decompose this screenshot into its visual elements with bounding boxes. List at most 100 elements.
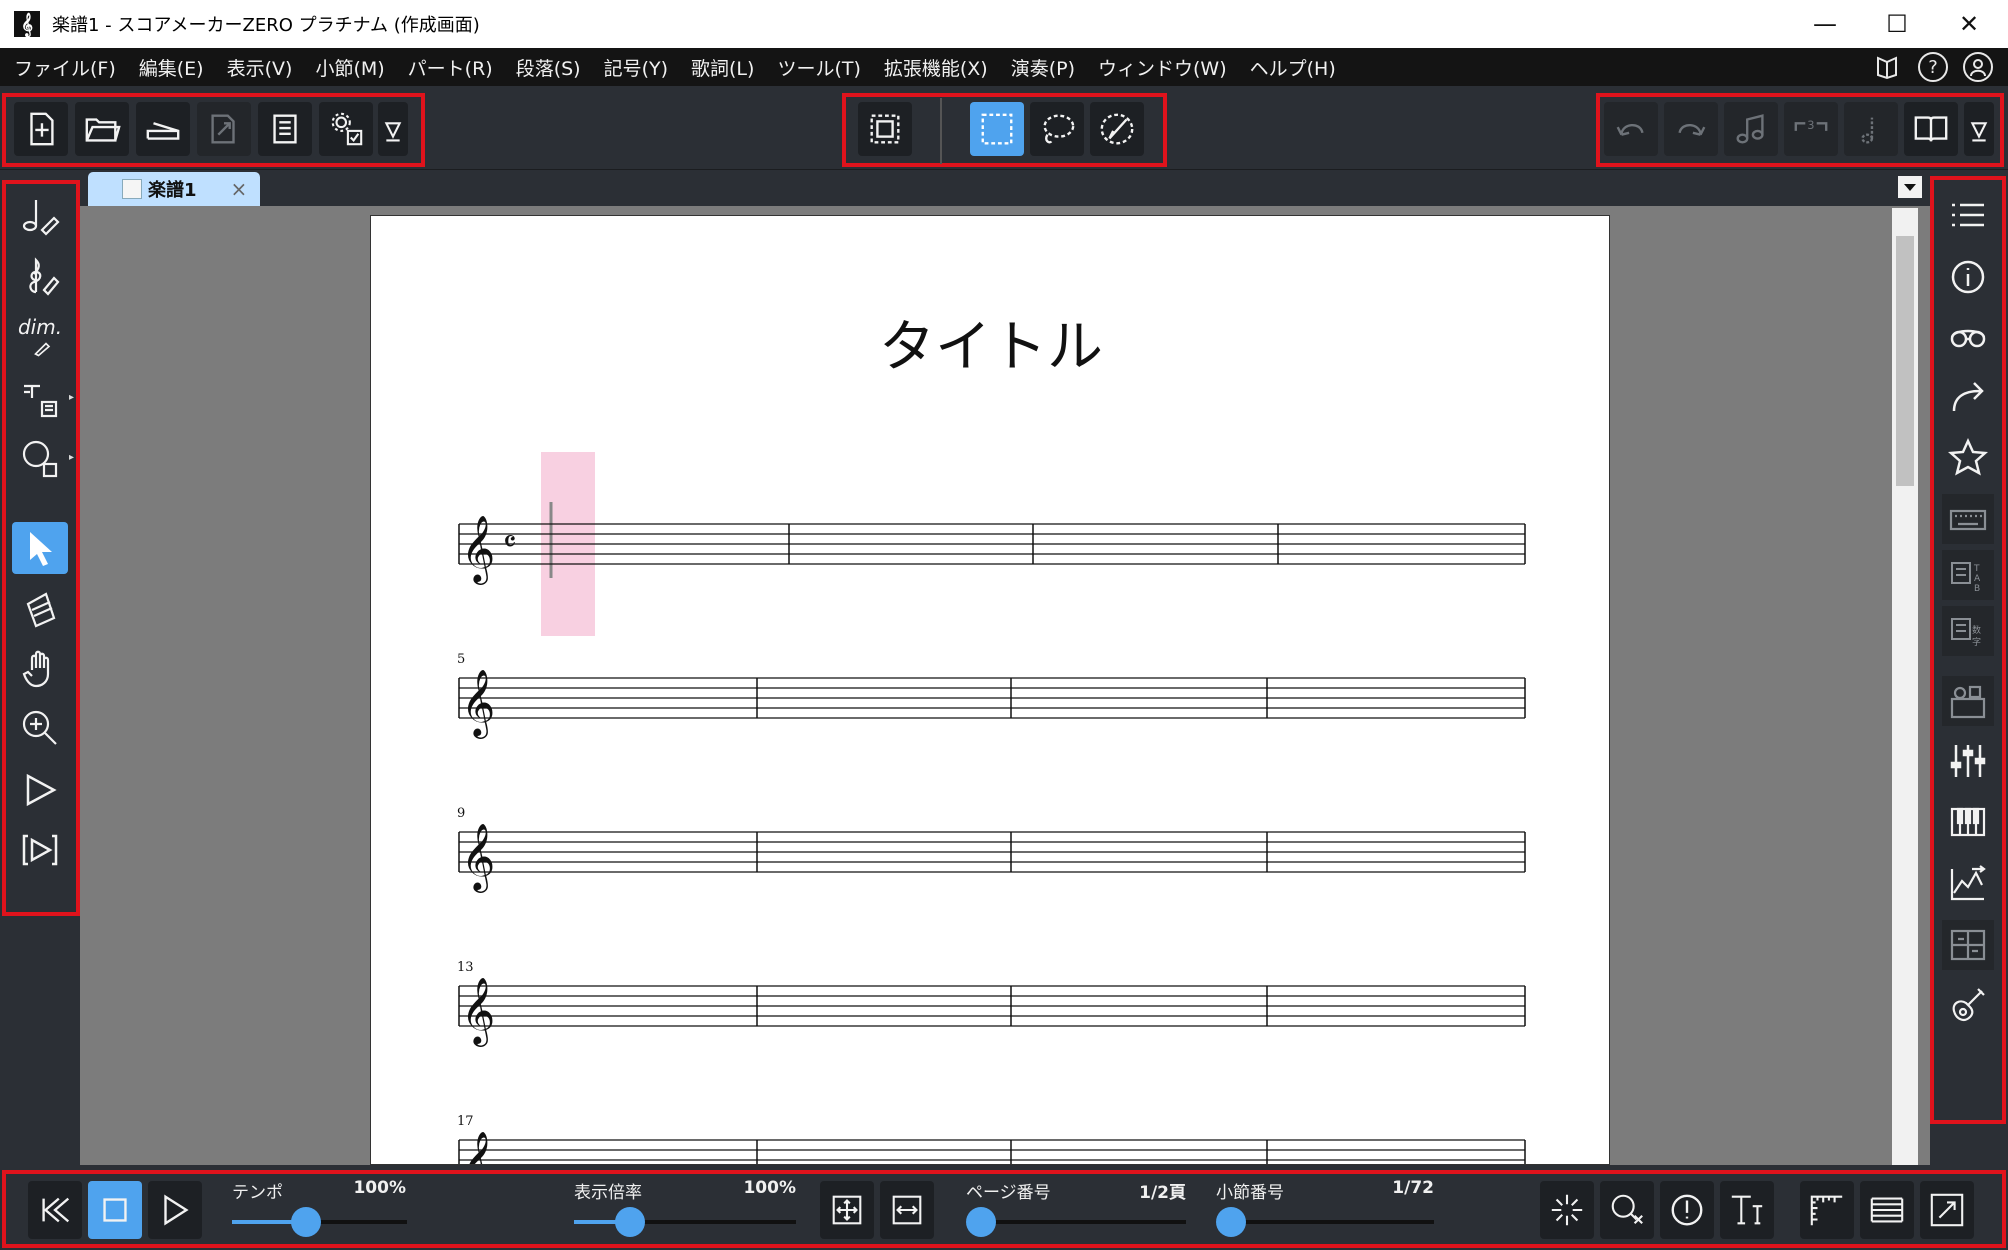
maximize-button[interactable]: ☐: [1862, 0, 1932, 48]
score-staves[interactable]: 𝄞 𝄴𝄞𝄞𝄞𝄞: [371, 216, 1610, 1165]
text-format-button[interactable]: [1720, 1181, 1774, 1239]
ruler-button[interactable]: [1800, 1181, 1854, 1239]
rewind-to-start-icon: [42, 1197, 70, 1223]
share-button[interactable]: [1942, 372, 1994, 422]
slider-knob[interactable]: [290, 1207, 321, 1237]
note-beam-button[interactable]: [1724, 102, 1778, 156]
mixer-icon: [1950, 745, 1986, 777]
part-button[interactable]: [1942, 676, 1994, 726]
graph-button[interactable]: [1942, 858, 1994, 908]
menu-view[interactable]: 表示(V): [227, 54, 293, 81]
guitar-button[interactable]: [1942, 980, 1994, 1030]
zoom-tool-button[interactable]: [12, 702, 68, 754]
eraser-button[interactable]: [12, 582, 68, 634]
help-icon[interactable]: ?: [1918, 52, 1948, 82]
shape-input-button[interactable]: ▸: [12, 432, 74, 484]
submenu-arrow-icon: ▸: [68, 452, 74, 463]
play-range-button[interactable]: [12, 824, 68, 876]
info-button[interactable]: [1942, 252, 1994, 302]
page-number-label: ページ番号: [966, 1183, 1051, 1203]
open-folder-icon: [85, 118, 121, 142]
fit-width-icon: [892, 1195, 922, 1225]
redo-button[interactable]: [1664, 102, 1718, 156]
rect-select-icon: [981, 113, 1013, 145]
menu-symbol[interactable]: 記号(Y): [604, 54, 668, 81]
mixer-button[interactable]: [1942, 736, 1994, 786]
treble-clef: 𝄞: [461, 976, 495, 1047]
sparkle-button[interactable]: [1540, 1181, 1594, 1239]
brush-select-button[interactable]: [1090, 102, 1144, 156]
measure-number: 17: [457, 1114, 474, 1129]
toolbar-more-button-right[interactable]: [1964, 102, 1994, 156]
select-tool-button[interactable]: [12, 522, 68, 574]
tuplet-button[interactable]: 3: [1784, 102, 1838, 156]
score-list-button[interactable]: [258, 102, 312, 156]
manual-icon[interactable]: [1872, 52, 1902, 82]
export-button[interactable]: [197, 102, 251, 156]
scanner-button[interactable]: [136, 102, 190, 156]
lyrics-input-button[interactable]: ▸: [12, 372, 74, 424]
slider-knob[interactable]: [966, 1207, 996, 1237]
fit-width-button[interactable]: [880, 1181, 934, 1239]
toolbar-more-button[interactable]: [378, 102, 408, 156]
menu-system[interactable]: 段落(S): [516, 54, 581, 81]
note-input-button[interactable]: [12, 190, 68, 242]
close-window-button[interactable]: ✕: [1934, 0, 2004, 48]
favorite-button[interactable]: [1942, 432, 1994, 482]
scrollbar-thumb[interactable]: [1896, 236, 1914, 486]
menu-extensions[interactable]: 拡張機能(X): [884, 54, 988, 81]
search-clear-button[interactable]: [1600, 1181, 1654, 1239]
fit-page-icon: [832, 1195, 862, 1225]
slider-knob[interactable]: [1216, 1207, 1246, 1237]
clef-input-button[interactable]: [12, 250, 68, 302]
menu-file[interactable]: ファイル(F): [14, 54, 116, 81]
warning-button[interactable]: [1660, 1181, 1714, 1239]
piano-button[interactable]: [1942, 796, 1994, 846]
dynamics-input-button[interactable]: dim.: [12, 310, 68, 362]
tab-label: 楽譜1: [148, 180, 197, 201]
view-button[interactable]: [1942, 312, 1994, 362]
new-score-icon: [30, 112, 54, 146]
fullscreen-button[interactable]: [1920, 1181, 1974, 1239]
page-slider-track[interactable]: [966, 1220, 1186, 1224]
tab-list-dropdown[interactable]: [1898, 176, 1922, 198]
book-view-button[interactable]: [1904, 102, 1958, 156]
minimize-button[interactable]: —: [1790, 0, 1860, 48]
select-whole-button[interactable]: [858, 102, 912, 156]
score-page[interactable]: タイトル 𝄞 𝄴 𝄞 𝄞 𝄞 𝄞 5 9 13 17: [370, 215, 1610, 1165]
account-icon[interactable]: [1963, 52, 1993, 82]
new-score-button[interactable]: [14, 102, 68, 156]
number-score-button[interactable]: 数字: [1942, 606, 1994, 656]
fit-page-button[interactable]: [820, 1181, 874, 1239]
menu-play[interactable]: 演奏(P): [1011, 54, 1075, 81]
tab-score-button[interactable]: TAB: [1942, 550, 1994, 600]
undo-button[interactable]: [1604, 102, 1658, 156]
rect-select-button[interactable]: [970, 102, 1024, 156]
menu-edit[interactable]: 編集(E): [139, 54, 204, 81]
menu-measure[interactable]: 小節(M): [315, 54, 384, 81]
keyboard-button[interactable]: [1942, 494, 1994, 544]
menu-window[interactable]: ウィンドウ(W): [1098, 54, 1227, 81]
measure-slider-track[interactable]: [1216, 1220, 1434, 1224]
play-button[interactable]: [148, 1181, 202, 1239]
lasso-select-button[interactable]: [1030, 102, 1084, 156]
rewind-button[interactable]: [28, 1181, 82, 1239]
grace-note-button[interactable]: [1844, 102, 1898, 156]
slider-knob[interactable]: [614, 1207, 645, 1237]
svg-text:数: 数: [1972, 624, 1981, 636]
menu-lyrics[interactable]: 歌詞(L): [691, 54, 754, 81]
list-button[interactable]: [1942, 190, 1994, 240]
menu-tools[interactable]: ツール(T): [777, 54, 860, 81]
open-button[interactable]: [75, 102, 129, 156]
hand-tool-button[interactable]: [12, 642, 68, 694]
play-from-button[interactable]: [12, 764, 68, 816]
settings-button[interactable]: [319, 102, 373, 156]
stop-button[interactable]: [88, 1181, 142, 1239]
treble-clef: 𝄞: [461, 514, 495, 585]
menu-help[interactable]: ヘルプ(H): [1250, 54, 1336, 81]
menu-part[interactable]: パート(R): [408, 54, 493, 81]
tab-score-1[interactable]: 楽譜1 ×: [88, 172, 260, 206]
tab-close-icon[interactable]: ×: [231, 177, 248, 201]
staff-lines-button[interactable]: [1860, 1181, 1914, 1239]
layout-button[interactable]: [1942, 920, 1994, 970]
